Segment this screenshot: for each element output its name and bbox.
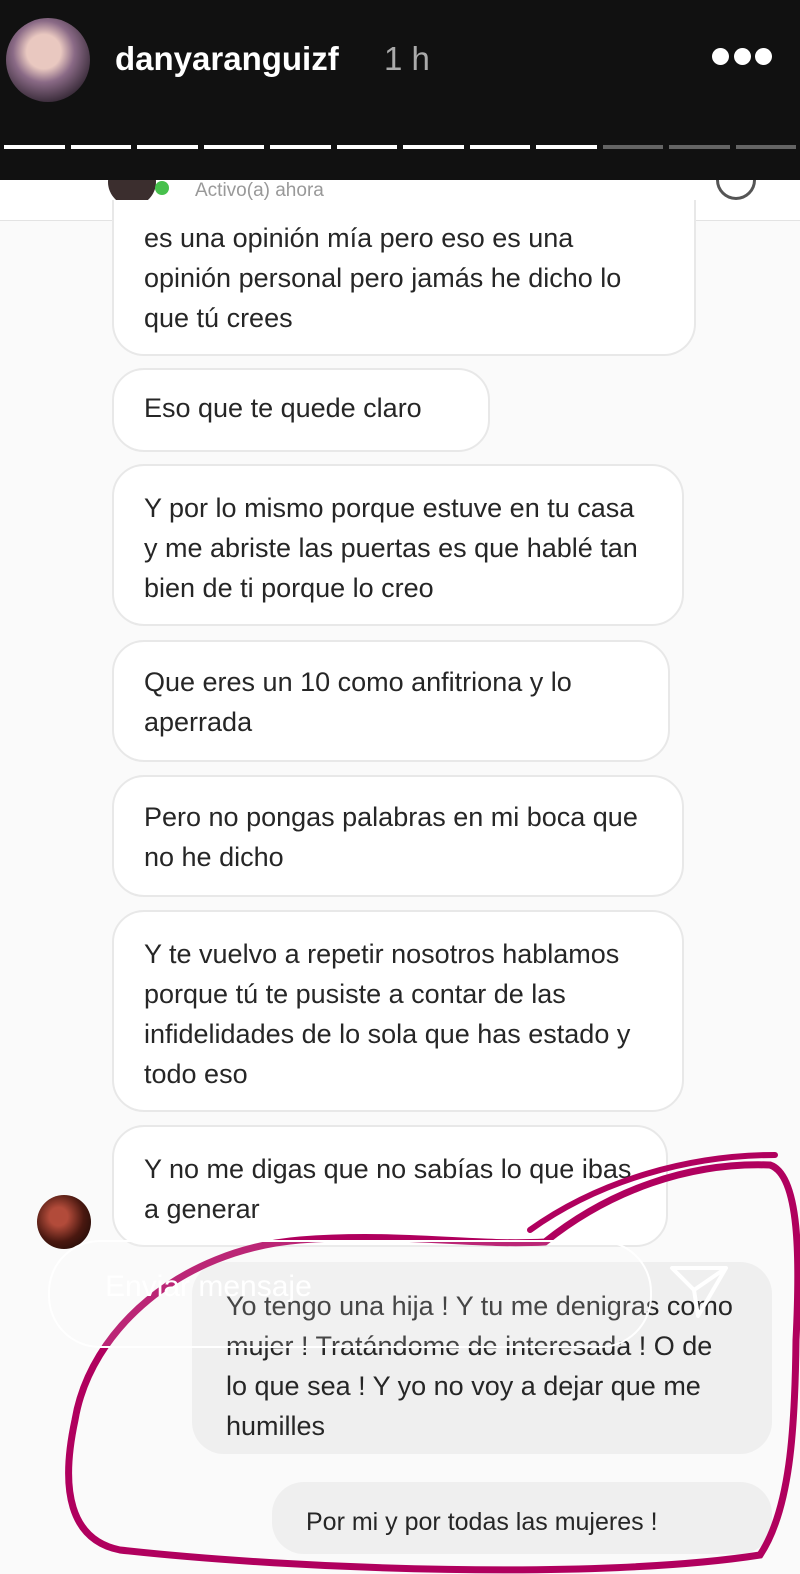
received-message: Y te vuelvo a repetir nosotros hablamos …: [112, 910, 684, 1112]
sent-message: Por mi y por todas las mujeres !: [272, 1482, 772, 1554]
active-status: Activo(a) ahora: [195, 180, 324, 201]
more-options-icon[interactable]: [712, 46, 772, 66]
received-message: Eso que te quede claro: [112, 368, 490, 452]
info-icon: [716, 180, 756, 200]
online-status-icon: [155, 181, 169, 195]
progress-segment: [203, 145, 264, 149]
progress-segment: [4, 145, 65, 149]
received-message: Y no me digas que no sabías lo que ibas …: [112, 1125, 668, 1247]
received-message: Pero no pongas palabras en mi boca que n…: [112, 775, 684, 897]
send-icon[interactable]: [668, 1260, 730, 1322]
message-input-placeholder[interactable]: Enviar mensaje: [105, 1270, 312, 1304]
progress-segment: [70, 145, 131, 149]
progress-segment: [270, 145, 331, 149]
username[interactable]: danyaranguizf: [115, 40, 339, 78]
received-message: Que eres un 10 como anfitriona y lo aper…: [112, 640, 670, 762]
sender-avatar: [37, 1195, 91, 1249]
received-message: es una opinión mía pero eso es una opini…: [112, 200, 696, 356]
story-progress-bar: [4, 145, 796, 151]
progress-segment: [336, 145, 397, 149]
progress-segment: [403, 145, 464, 149]
progress-segment: [536, 145, 597, 149]
progress-segment: [469, 145, 530, 149]
progress-segment: [669, 145, 730, 149]
story-header: danyaranguizf 1 h: [0, 0, 800, 180]
post-time: 1 h: [384, 40, 430, 77]
progress-segment: [735, 145, 796, 149]
profile-avatar[interactable]: [6, 18, 90, 102]
received-message: Y por lo mismo porque estuve en tu casa …: [112, 464, 684, 626]
message-composer[interactable]: Enviar mensaje: [48, 1240, 652, 1348]
dm-screenshot: Activo(a) ahora es una opinión mía pero …: [0, 180, 800, 1574]
progress-segment: [602, 145, 663, 149]
progress-segment: [137, 145, 198, 149]
